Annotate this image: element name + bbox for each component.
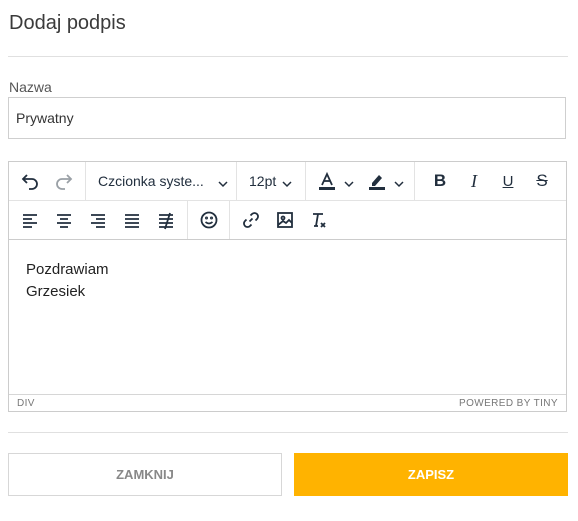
link-button[interactable]	[234, 203, 268, 237]
font-family-value: Czcionka syste...	[98, 173, 204, 189]
redo-button[interactable]	[47, 164, 81, 198]
insert-group	[230, 201, 340, 239]
link-icon	[243, 212, 259, 228]
font-size-group: 12pt	[237, 162, 306, 200]
font-size-value: 12pt	[249, 173, 277, 189]
signature-line-1: Pozdrawiam	[26, 261, 109, 278]
chevron-down-icon	[344, 176, 354, 188]
branding-link[interactable]: POWERED BY TINY	[459, 398, 558, 409]
name-input[interactable]: Prywatny	[8, 97, 566, 139]
redo-icon	[56, 174, 73, 190]
line-height-button[interactable]	[149, 203, 183, 237]
chevron-down-icon	[282, 176, 292, 188]
highlight-icon	[364, 171, 390, 191]
align-center-icon	[57, 214, 71, 228]
image-button[interactable]	[268, 203, 302, 237]
strikethrough-button[interactable]: S	[525, 164, 559, 198]
color-group	[306, 162, 415, 200]
strikethrough-icon: S	[536, 171, 548, 190]
editor-content[interactable]: Pozdrawiam Grzesiek	[9, 241, 566, 394]
underline-icon: U	[502, 172, 514, 190]
signature-line-2: Grzesiek	[26, 283, 86, 300]
line-height-icon	[159, 212, 173, 230]
underline-button[interactable]: U	[491, 164, 525, 198]
align-right-button[interactable]	[81, 203, 115, 237]
emoji-icon	[200, 211, 217, 229]
align-left-icon	[23, 214, 37, 228]
undo-button[interactable]	[13, 164, 47, 198]
chevron-down-icon	[218, 176, 228, 188]
name-label: Nazwa	[9, 79, 52, 95]
history-group	[9, 162, 86, 200]
divider	[8, 56, 568, 57]
dialog-title: Dodaj podpis	[9, 12, 126, 34]
clear-format-icon	[313, 213, 326, 228]
divider	[8, 432, 568, 433]
format-group: B I U S	[415, 162, 563, 200]
align-left-button[interactable]	[13, 203, 47, 237]
align-justify-button[interactable]	[115, 203, 149, 237]
rich-text-editor: Czcionka syste... 12pt B I U S Pozdrawia…	[8, 161, 567, 412]
font-family-group: Czcionka syste...	[86, 162, 237, 200]
image-icon	[277, 212, 293, 228]
font-size-dropdown[interactable]: 12pt	[249, 164, 292, 198]
alignment-group	[9, 201, 188, 239]
toolbar-row-1: Czcionka syste... 12pt B I U S	[9, 162, 566, 201]
bold-button[interactable]: B	[423, 164, 457, 198]
italic-icon: I	[471, 170, 477, 191]
align-justify-icon	[125, 214, 139, 228]
align-right-icon	[91, 214, 105, 228]
font-family-dropdown[interactable]: Czcionka syste...	[98, 164, 228, 198]
text-color-icon	[314, 171, 340, 191]
editor-statusbar: DIV POWERED BY TINY	[9, 394, 566, 411]
text-color-button[interactable]	[314, 164, 354, 198]
toolbar-row-2	[9, 201, 566, 240]
undo-icon	[21, 174, 38, 190]
emoji-button[interactable]	[192, 203, 225, 237]
align-center-button[interactable]	[47, 203, 81, 237]
clear-format-button[interactable]	[302, 203, 336, 237]
italic-button[interactable]: I	[457, 164, 491, 198]
bold-icon: B	[433, 171, 447, 190]
save-button[interactable]: ZAPISZ	[294, 453, 568, 496]
close-button[interactable]: ZAMKNIJ	[8, 453, 282, 496]
chevron-down-icon	[394, 176, 404, 188]
emoji-group	[188, 201, 230, 239]
element-path[interactable]: DIV	[17, 398, 35, 409]
highlight-color-button[interactable]	[364, 164, 404, 198]
